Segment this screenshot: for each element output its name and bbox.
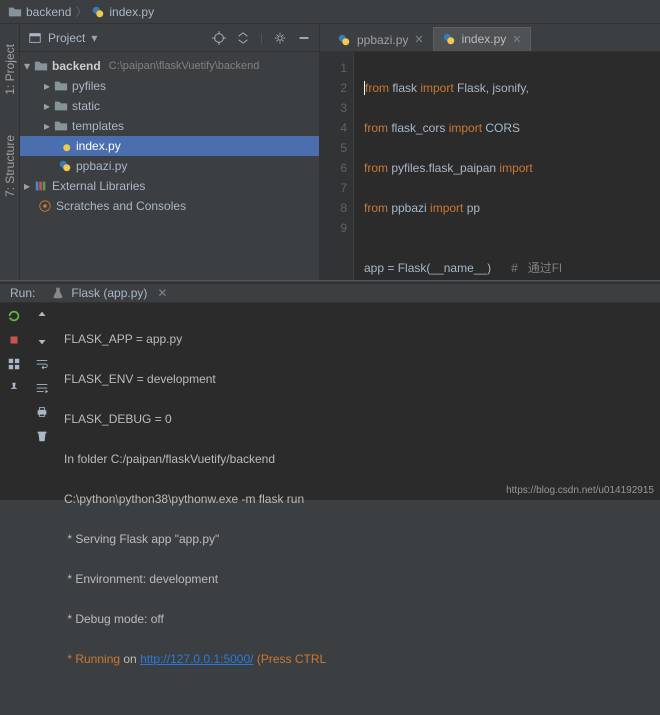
soft-wrap-icon[interactable] [35,357,49,371]
divider: | [260,31,263,45]
tab-project[interactable]: 1: Project [3,44,17,95]
folder-icon [8,5,22,19]
close-tab-icon[interactable]: ✕ [414,33,423,46]
expand-icon[interactable]: ▸ [44,119,50,133]
breadcrumb: backend 〉 index.py [0,0,660,24]
tree-extlib[interactable]: ▸External Libraries [20,176,319,196]
tree-scratch[interactable]: Scratches and Consoles [20,196,319,216]
python-file-icon [337,33,351,47]
folder-icon [54,119,68,133]
dropdown-icon[interactable]: ▾ [91,31,97,45]
flask-icon [51,286,65,300]
pin-icon[interactable] [7,381,21,395]
run-console[interactable]: FLASK_APP = app.py FLASK_ENV = developme… [56,303,660,715]
folder-icon [54,99,68,113]
line-gutter: 123456789 [320,52,354,280]
breadcrumb-root[interactable]: backend [26,5,71,19]
tree-folder[interactable]: ▸static [20,96,319,116]
watermark: https://blog.csdn.net/u014192915 [506,485,654,496]
tree-folder[interactable]: ▸pyfiles [20,76,319,96]
run-panel: Run: Flask (app.py) ✕ FLASK_APP = app.py… [0,282,660,500]
python-file-icon [58,139,72,153]
scroll-to-end-icon[interactable] [35,381,49,395]
tool-window-tabs: 1: Project 7: Structure [0,24,20,280]
code-editor[interactable]: 123456789 from flask import Flask, jsoni… [320,52,660,280]
folder-icon [34,59,48,73]
python-file-icon [58,159,72,173]
run-header: Run: Flask (app.py) ✕ [0,284,660,303]
python-file-icon [442,32,456,46]
trash-icon[interactable] [35,429,49,443]
run-config-tab[interactable]: Flask (app.py) ✕ [43,284,175,302]
tree-file[interactable]: ppbazi.py [20,156,319,176]
down-icon[interactable] [35,333,49,347]
breadcrumb-file[interactable]: index.py [109,5,154,19]
panel-title-text[interactable]: Project [48,31,85,45]
print-icon[interactable] [35,405,49,419]
run-label: Run: [10,286,35,300]
hide-icon[interactable] [297,31,311,45]
project-panel: Project ▾ | ▾ backend C:\paipan\flaskVue… [20,24,320,280]
library-icon [34,179,48,193]
tree-root[interactable]: ▾ backend C:\paipan\flaskVuetify\backend [20,56,319,76]
code-body[interactable]: from flask import Flask, jsonify, from f… [354,52,660,280]
chevron-right-icon: 〉 [75,3,87,20]
run-toolbar-left [0,303,28,715]
python-file-icon [91,5,105,19]
run-toolbar-right [28,303,56,715]
editor-tabs: ppbazi.py✕ index.py✕ [320,24,660,52]
tree-file-selected[interactable]: index.py [20,136,319,156]
up-icon[interactable] [35,309,49,323]
expand-icon[interactable]: ▸ [44,79,50,93]
project-panel-header: Project ▾ | [20,24,319,52]
tab-structure[interactable]: 7: Structure [3,135,17,197]
folder-icon [54,79,68,93]
project-tree[interactable]: ▾ backend C:\paipan\flaskVuetify\backend… [20,52,319,280]
close-icon[interactable]: ✕ [157,286,167,300]
scratch-icon [38,199,52,213]
expand-icon[interactable]: ▾ [24,59,30,73]
editor-tab[interactable]: ppbazi.py✕ [328,27,433,51]
expand-icon[interactable]: ▸ [24,179,30,193]
editor-tab-active[interactable]: index.py✕ [433,27,531,51]
expand-icon[interactable]: ▸ [44,99,50,113]
project-icon [28,31,42,45]
expand-all-icon[interactable] [236,31,250,45]
layout-icon[interactable] [7,357,21,371]
locate-icon[interactable] [212,31,226,45]
close-tab-icon[interactable]: ✕ [512,33,521,46]
rerun-icon[interactable] [7,309,21,323]
editor-area: ppbazi.py✕ index.py✕ 123456789 from flas… [320,24,660,280]
gear-icon[interactable] [273,31,287,45]
stop-icon[interactable] [7,333,21,347]
tree-folder[interactable]: ▸templates [20,116,319,136]
server-url-link[interactable]: http://127.0.0.1:5000/ [140,652,253,666]
